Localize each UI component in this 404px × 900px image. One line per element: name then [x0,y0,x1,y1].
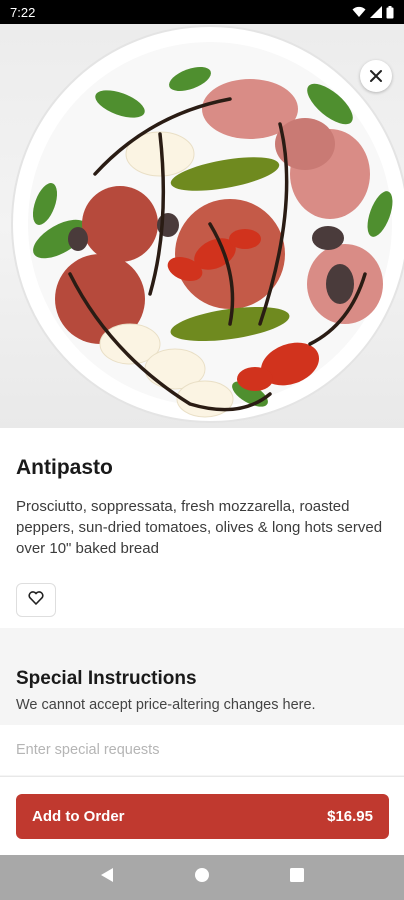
recents-button[interactable] [282,863,312,893]
item-description: Prosciutto, soppressata, fresh mozzarell… [16,498,383,557]
heart-icon [28,590,44,610]
item-detail-screen: 7:22 Antipasto Prosciutto, soppressata, … [0,0,404,900]
back-button[interactable] [92,863,122,893]
item-title: Antipasto [16,456,113,479]
status-bar: 7:22 [0,0,404,24]
status-time: 7:22 [10,4,36,20]
add-to-order-label: Add to Order [32,808,125,825]
close-button[interactable] [360,60,392,92]
item-details: Antipasto Prosciutto, soppressata, fresh… [0,428,404,617]
order-bar: Add to Order $16.95 [0,776,404,855]
special-instructions-note: We cannot accept price-altering changes … [16,697,316,713]
item-photo [0,24,404,428]
system-nav-bar [0,855,404,900]
battery-icon [386,5,394,19]
special-requests-input[interactable] [0,725,404,775]
item-price: $16.95 [327,808,373,825]
special-instructions-title: Special Instructions [16,668,197,689]
close-icon [369,69,383,83]
special-instructions-section: Special Instructions We cannot accept pr… [0,628,404,776]
home-button[interactable] [187,863,217,893]
recents-icon [289,868,304,887]
home-icon [194,867,210,888]
back-icon [100,867,114,888]
wifi-icon [352,6,366,18]
antipasto-platter-illustration [11,25,404,423]
add-to-order-button[interactable]: Add to Order $16.95 [16,794,389,839]
favorite-button[interactable] [16,583,56,617]
signal-icon [370,6,382,18]
